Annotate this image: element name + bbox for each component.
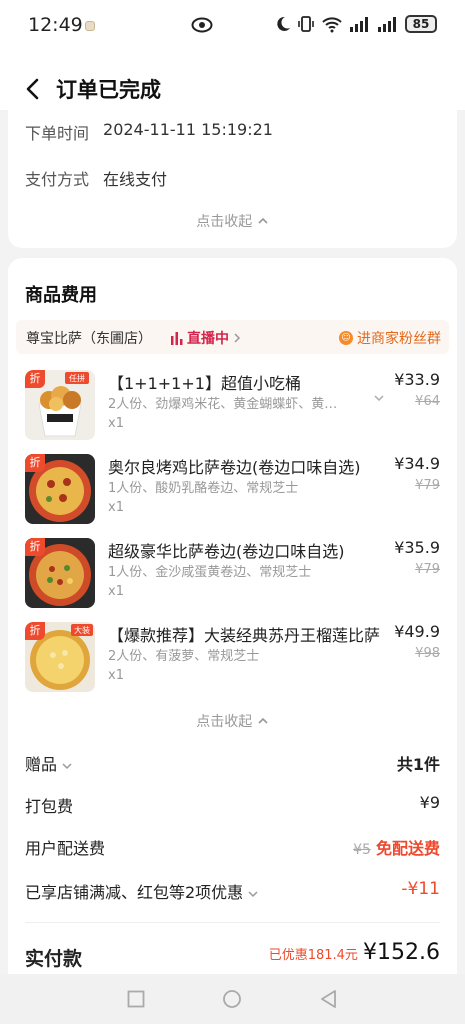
discount-value: -¥11 <box>401 879 440 899</box>
item-qty: x1 <box>108 500 124 515</box>
delivery-label: 用户配送费 <box>25 839 106 858</box>
notification-icon <box>85 21 95 31</box>
order-item[interactable]: 折 超级豪华比萨卷边(卷边口味自选) 1人份、金沙咸蛋黄卷边、常规芝士 x1 ¥… <box>8 538 457 622</box>
shop-name[interactable]: 尊宝比萨（东圃店） <box>26 328 152 348</box>
status-icons: 85 <box>275 15 437 33</box>
item-price: ¥35.9 <box>394 538 440 557</box>
discount-row[interactable]: 已享店铺满减、红包等2项优惠 -¥11 <box>25 879 440 903</box>
gift-label: 赠品 <box>25 755 58 774</box>
chevron-down-icon[interactable] <box>374 394 384 402</box>
fans-group-link[interactable]: ☺ 进商家粉丝群 <box>339 328 441 348</box>
discount-label: 已享店铺满减、红包等2项优惠 <box>25 883 244 902</box>
item-desc: 2人份、有菠萝、常规芝士 <box>108 649 260 664</box>
packing-label: 打包费 <box>25 797 74 816</box>
item-original-price: ¥64 <box>415 394 440 409</box>
item-price: ¥34.9 <box>394 454 440 473</box>
collapse-button[interactable]: 点击收起 <box>8 211 457 231</box>
collapse-button[interactable]: 点击收起 <box>8 711 457 731</box>
gift-row[interactable]: 赠品 共1件 <box>25 751 440 775</box>
back-icon[interactable] <box>319 989 339 1009</box>
chevron-up-icon <box>258 717 268 724</box>
live-badge[interactable]: 直播中 <box>171 328 241 348</box>
thumb-badge: 大装 <box>74 625 90 635</box>
gift-value: 共1件 <box>396 755 440 774</box>
chevron-right-icon <box>234 333 241 343</box>
chevron-down-icon <box>248 891 258 898</box>
section-title: 商品费用 <box>25 285 97 306</box>
chevron-up-icon <box>258 217 268 224</box>
delivery-values: ¥5 免配送费 <box>353 835 440 859</box>
product-image: 大装 折 <box>25 622 95 692</box>
discount-tag: 折 <box>25 622 45 640</box>
item-original-price: ¥79 <box>415 562 440 577</box>
item-name: 超级豪华比萨卷边(卷边口味自选) <box>108 542 345 561</box>
item-name: 奥尔良烤鸡比萨卷边(卷边口味自选) <box>108 458 361 477</box>
total-label: 实付款 <box>25 948 83 970</box>
live-bars-icon <box>171 331 183 345</box>
eye-icon <box>191 17 213 33</box>
discount-tag: 折 <box>25 370 45 388</box>
total-value: ¥152.6 <box>363 940 440 965</box>
item-qty: x1 <box>108 668 124 683</box>
payment-row: 支付方式 在线支付 <box>25 166 167 190</box>
item-price: ¥33.9 <box>394 370 440 389</box>
moon-icon <box>277 16 290 31</box>
back-arrow-icon[interactable] <box>20 76 46 102</box>
delivery-original: ¥5 <box>353 842 371 858</box>
collapse-label: 点击收起 <box>196 714 253 730</box>
product-image: 任拼 折 <box>25 370 95 440</box>
total-values: 已优惠181.4元 ¥152.6 <box>269 940 440 965</box>
signal-icon <box>350 17 368 32</box>
vibrate-icon <box>298 16 314 32</box>
order-item[interactable]: 折 奥尔良烤鸡比萨卷边(卷边口味自选) 1人份、酸奶乳酪卷边、常规芝士 x1 ¥… <box>8 454 457 538</box>
discount-tag: 折 <box>25 538 45 556</box>
chat-icon: ☺ <box>339 331 353 345</box>
chevron-down-icon <box>62 763 72 770</box>
wifi-icon <box>322 17 342 33</box>
system-nav-bar <box>0 974 465 1024</box>
item-original-price: ¥79 <box>415 478 440 493</box>
signal-icon-2 <box>378 17 396 32</box>
status-time: 12:49 <box>28 14 83 36</box>
thumb-badge: 任拼 <box>69 373 85 383</box>
item-price: ¥49.9 <box>394 622 440 641</box>
order-item[interactable]: 任拼 折 【1+1+1+1】超值小吃桶 2人份、劲爆鸡米花、黄金蝴蝶虾、黄… x… <box>8 370 457 454</box>
order-time-value: 2024-11-11 15:19:21 <box>103 120 273 139</box>
item-name: 【1+1+1+1】超值小吃桶 <box>108 374 301 393</box>
product-image: 折 <box>25 454 95 524</box>
item-qty: x1 <box>108 416 124 431</box>
item-original-price: ¥98 <box>415 646 440 661</box>
product-image: 折 <box>25 538 95 608</box>
packing-row: 打包费 ¥9 <box>25 793 440 817</box>
fans-label: 进商家粉丝群 <box>357 331 441 347</box>
discount-tag: 折 <box>25 454 45 472</box>
order-item[interactable]: 大装 折 【爆款推荐】大装经典苏丹王榴莲比萨 2人份、有菠萝、常规芝士 x1 ¥… <box>8 622 457 706</box>
page-title: 订单已完成 <box>56 78 161 102</box>
divider <box>25 922 440 923</box>
delivery-row: 用户配送费 ¥5 免配送费 <box>25 835 440 859</box>
home-icon[interactable] <box>222 989 242 1009</box>
nav-bar: 订单已完成 <box>0 54 465 110</box>
item-name: 【爆款推荐】大装经典苏丹王榴莲比萨 <box>108 626 380 645</box>
recent-apps-icon[interactable] <box>127 990 145 1008</box>
item-desc: 1人份、酸奶乳酪卷边、常规芝士 <box>108 481 299 496</box>
order-time-label: 下单时间 <box>25 124 90 143</box>
order-time-row: 下单时间 2024-11-11 15:19:21 <box>25 120 273 144</box>
goods-card: 商品费用 尊宝比萨（东圃店） 直播中 ☺ 进商家粉丝群 任拼 折 【1+1+1+… <box>8 258 457 974</box>
delivery-value: 免配送费 <box>375 839 440 858</box>
item-qty: x1 <box>108 584 124 599</box>
live-label: 直播中 <box>187 331 229 347</box>
collapse-label: 点击收起 <box>196 214 253 230</box>
battery-icon: 85 <box>405 15 437 33</box>
order-info-card: 下单时间 2024-11-11 15:19:21 支付方式 在线支付 点击收起 <box>8 110 457 248</box>
item-desc: 1人份、金沙咸蛋黄卷边、常规芝士 <box>108 565 312 580</box>
shop-strip[interactable]: 尊宝比萨（东圃店） 直播中 ☺ 进商家粉丝群 <box>16 320 449 354</box>
status-bar: 12:49 85 <box>0 0 465 54</box>
item-desc: 2人份、劲爆鸡米花、黄金蝴蝶虾、黄… <box>108 397 338 412</box>
payment-label: 支付方式 <box>25 170 90 189</box>
packing-value: ¥9 <box>419 793 440 812</box>
total-row: 实付款 已优惠181.4元 ¥152.6 <box>25 940 440 971</box>
saved-amount: 已优惠181.4元 <box>268 948 358 963</box>
payment-value: 在线支付 <box>103 170 168 189</box>
